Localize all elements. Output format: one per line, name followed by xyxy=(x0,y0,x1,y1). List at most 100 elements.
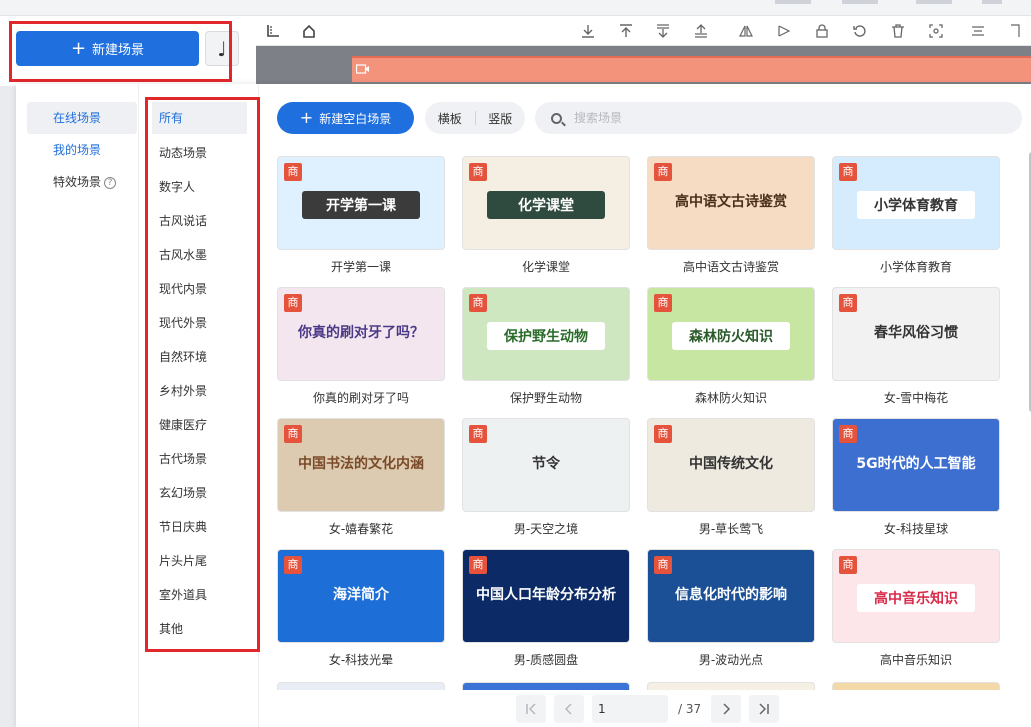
divider xyxy=(138,84,139,727)
top-strip-tab xyxy=(982,0,1002,4)
thumbnail-title: 高中语文古诗鉴赏 xyxy=(675,194,787,210)
thumbnail-title: 化学课堂 xyxy=(487,191,605,219)
lock-icon[interactable] xyxy=(813,22,831,40)
scene-card[interactable]: 商保护野生动物 保护野生动物 xyxy=(462,287,630,406)
scene-thumbnail: 商中国传统文化 xyxy=(647,418,815,512)
flip-vertical-icon[interactable] xyxy=(775,22,793,40)
scene-card[interactable]: 商森林防火知识森林防火知识 xyxy=(647,287,815,406)
top-strip-tab xyxy=(842,0,878,4)
thumbnail-title: 保护野生动物 xyxy=(487,322,605,350)
help-icon[interactable]: ? xyxy=(104,176,117,189)
scene-card[interactable]: 商节令 男-天空之境 xyxy=(462,418,630,537)
new-blank-scene-button[interactable]: + 新建空白场景 xyxy=(277,102,414,134)
tab-online-scenes[interactable]: 在线场景 xyxy=(27,102,137,134)
scene-thumbnail: 商化学课堂 xyxy=(462,156,630,250)
scene-thumbnail: 商森林防火知识 xyxy=(647,287,815,381)
tab-effect-scenes[interactable]: 特效场景? xyxy=(27,166,137,198)
scene-card[interactable]: 商中国人口年龄分布分析 男-质感圆盘 xyxy=(462,549,630,668)
delete-icon[interactable] xyxy=(889,22,907,40)
scene-track[interactable] xyxy=(352,56,1031,82)
more-icon[interactable] xyxy=(1008,22,1022,40)
commercial-badge: 商 xyxy=(469,294,487,312)
scene-name: 小学体育教育 xyxy=(879,260,952,274)
landscape-option[interactable]: 横板 xyxy=(425,110,475,127)
scene-thumbnail: 商保护野生动物 xyxy=(462,287,630,381)
tab-label: 特效场景 xyxy=(53,175,102,189)
scene-card[interactable]: 商春华风俗习惯女-雪中梅花 xyxy=(832,287,1000,406)
scene-name: 化学课堂 xyxy=(521,260,570,274)
partial-card xyxy=(277,682,445,690)
thumbnail-title: 小学体育教育 xyxy=(857,191,975,219)
next-page-button[interactable] xyxy=(711,695,742,723)
scene-card[interactable]: 商海洋简介 女-科技光晕 xyxy=(277,549,445,668)
new-blank-scene-label: 新建空白场景 xyxy=(319,111,392,126)
scene-card[interactable]: 商高中语文古诗鉴赏 高中语文古诗鉴赏 xyxy=(647,156,815,275)
home-icon[interactable] xyxy=(300,22,318,40)
scene-name: 高中语文古诗鉴赏 xyxy=(682,260,779,274)
scene-thumbnail: 商春华风俗习惯 xyxy=(832,287,1000,381)
ruler-icon[interactable] xyxy=(264,22,282,40)
scene-name: 女-嬉春繁花 xyxy=(328,522,394,536)
partial-card xyxy=(647,682,815,690)
tab-my-scenes[interactable]: 我的场景 xyxy=(27,134,137,166)
send-to-back-icon[interactable] xyxy=(654,22,672,40)
commercial-badge: 商 xyxy=(654,425,672,443)
scene-card[interactable]: 商高中音乐知识 高中音乐知识 xyxy=(832,549,1000,668)
commercial-badge: 商 xyxy=(284,425,302,443)
scene-card[interactable]: 商中国传统文化 男-草长莺飞 xyxy=(647,418,815,537)
search-icon xyxy=(551,112,562,124)
first-page-button[interactable] xyxy=(516,695,546,723)
scene-name: 女-科技星球 xyxy=(883,522,949,536)
prev-page-button[interactable] xyxy=(554,695,584,723)
scene-card[interactable]: 商开学第一课 开学第一课 xyxy=(277,156,445,275)
scene-card[interactable]: 商中国书法的文化内涵 女-嬉春繁花 xyxy=(277,418,445,537)
highlight-box-top xyxy=(9,21,232,82)
scene-card[interactable]: 商化学课堂 化学课堂 xyxy=(462,156,630,275)
scene-thumbnail: 商 5G时代的人工智能 xyxy=(832,418,1000,512)
thumbnail-title: 中国书法的文化内涵 xyxy=(298,456,424,472)
commercial-badge: 商 xyxy=(469,556,487,574)
total-pages: / 37 xyxy=(678,702,702,716)
screenshot-icon[interactable] xyxy=(927,22,945,40)
top-strip-tab xyxy=(916,0,952,4)
commercial-badge: 商 xyxy=(284,556,302,574)
scene-name: 女-雪中梅花 xyxy=(883,391,949,405)
scene-thumbnail: 商你真的刷对牙了吗？ xyxy=(277,287,445,381)
scene-card[interactable]: 商 5G时代的人工智能女-科技星球 xyxy=(832,418,1000,537)
commercial-badge: 商 xyxy=(284,163,302,181)
search-box xyxy=(535,102,1022,134)
commercial-badge: 商 xyxy=(654,556,672,574)
thumbnail-title: 春华风俗习惯 xyxy=(874,325,958,341)
scene-card[interactable]: 商你真的刷对牙了吗？ 你真的刷对牙了吗 xyxy=(277,287,445,406)
flip-horizontal-icon[interactable] xyxy=(737,22,755,40)
scene-name: 保护野生动物 xyxy=(509,391,582,405)
search-input[interactable] xyxy=(574,111,994,125)
bring-forward-icon[interactable] xyxy=(692,22,710,40)
scene-thumbnail: 商高中语文古诗鉴赏 xyxy=(647,156,815,250)
scene-name: 森林防火知识 xyxy=(694,391,767,405)
scene-thumbnail: 商高中音乐知识 xyxy=(832,549,1000,643)
align-icon[interactable] xyxy=(969,22,987,40)
commercial-badge: 商 xyxy=(284,294,302,312)
download-icon[interactable] xyxy=(579,22,597,40)
thumbnail-title: 海洋简介 xyxy=(333,587,389,603)
scene-name: 男-波动光点 xyxy=(698,653,764,667)
scene-thumbnail: 商小学体育教育 xyxy=(832,156,1000,250)
reset-icon[interactable] xyxy=(851,22,869,40)
scene-card[interactable]: 商小学体育教育 小学体育教育 xyxy=(832,156,1000,275)
camera-icon xyxy=(355,63,370,77)
thumbnail-title: 节令 xyxy=(532,456,560,472)
scene-thumbnail: 商中国书法的文化内涵 xyxy=(277,418,445,512)
thumbnail-title: 信息化时代的影响 xyxy=(675,587,787,603)
portrait-option[interactable]: 竖版 xyxy=(476,110,526,127)
last-page-button[interactable] xyxy=(749,695,780,723)
scene-thumbnail: 商信息化时代的影响 xyxy=(647,549,815,643)
top-strip xyxy=(0,0,1031,16)
plus-icon: + xyxy=(299,108,314,127)
commercial-badge: 商 xyxy=(839,425,857,443)
scene-card[interactable]: 商信息化时代的影响 男-波动光点 xyxy=(647,549,815,668)
commercial-badge: 商 xyxy=(839,163,857,181)
bring-to-front-icon[interactable] xyxy=(617,22,635,40)
page-number-input[interactable] xyxy=(592,695,668,723)
scene-name: 男-质感圆盘 xyxy=(513,653,579,667)
